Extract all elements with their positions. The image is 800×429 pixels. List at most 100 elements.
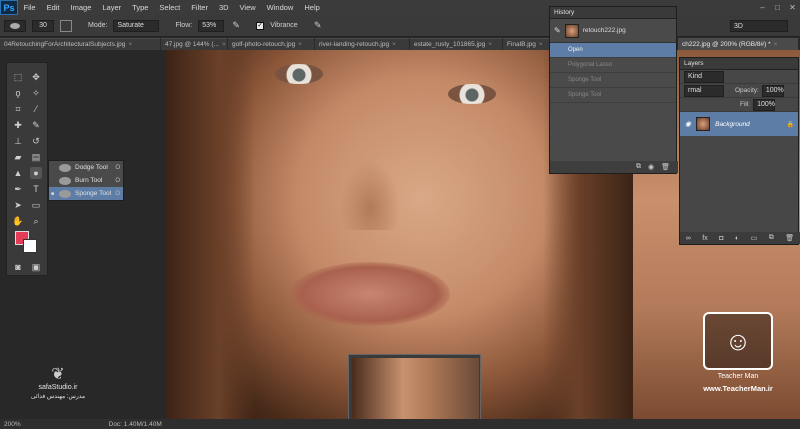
zoom-tool-icon[interactable]: ⌕ [30, 215, 42, 227]
photoshop-window: Ps File Edit Image Layer Type Select Fil… [0, 0, 800, 429]
brush-tool-icon[interactable]: ✎ [30, 119, 42, 131]
zoom-level[interactable]: 200% [4, 421, 21, 428]
history-item[interactable]: Polygonal Lasso [550, 58, 676, 73]
tab-close-icon[interactable]: × [298, 41, 302, 48]
tab-close-icon[interactable]: × [128, 41, 132, 48]
tab-document-5[interactable]: estate_rusty_101865.jpg × [410, 38, 502, 50]
shape-tool-icon[interactable]: ▭ [30, 199, 42, 211]
group-folder-icon[interactable]: ▭ [751, 234, 758, 242]
trash-icon[interactable]: 🗑 [661, 163, 670, 171]
maximize-button[interactable]: □ [770, 0, 785, 15]
history-item[interactable]: Sponge Tool [550, 88, 676, 103]
tool-preset-picker[interactable] [4, 19, 26, 32]
menu-file[interactable]: File [18, 0, 41, 15]
tab-document-1[interactable]: 04RetouchingForArchitecturalSubjects.jpg… [0, 38, 160, 50]
type-tool-icon[interactable]: T [30, 183, 42, 195]
screen-mode-icon[interactable]: ▣ [30, 261, 42, 273]
menu-3d[interactable]: 3D [213, 0, 234, 15]
brush-size-picker[interactable]: 30 [32, 19, 54, 32]
layer-style-icon[interactable]: fx [702, 235, 707, 242]
pen-tool-icon[interactable]: ✒ [12, 183, 24, 195]
dodge-tool-option[interactable]: Dodge Tool O [49, 161, 123, 174]
flow-input[interactable]: 53% [198, 19, 225, 32]
fill-input[interactable]: 100% [753, 98, 776, 111]
gradient-tool-icon[interactable]: ▤ [30, 151, 42, 163]
tab-document-3[interactable]: golf-photo-retouch.jpg × [228, 38, 314, 50]
history-title[interactable]: History [550, 7, 676, 19]
trash-icon[interactable]: 🗑 [785, 234, 794, 242]
tab-document-6[interactable]: FinalB.jpg × [503, 38, 549, 50]
shortcut-key: O [115, 164, 120, 171]
close-button[interactable]: ✕ [785, 0, 800, 15]
adjustment-layer-icon[interactable]: ◐ [735, 235, 739, 242]
marquee-tool-icon[interactable]: ⬚ [12, 71, 24, 83]
window-controls: – □ ✕ [755, 0, 800, 15]
blur-tool-icon[interactable]: ▲ [12, 167, 24, 179]
blend-mode-select[interactable]: rmal [684, 84, 724, 97]
eyedropper-tool-icon[interactable]: ⁄ [30, 103, 42, 115]
menu-window[interactable]: Window [261, 0, 299, 15]
brush-panel-icon[interactable] [60, 19, 72, 32]
tab-label: river-landing-retouch.jpg [319, 41, 390, 48]
path-select-icon[interactable]: ➤ [12, 199, 24, 211]
menu-edit[interactable]: Edit [41, 0, 65, 15]
new-document-from-state-icon[interactable]: ⧉ [636, 163, 641, 171]
move-tool-icon[interactable]: ✥ [30, 71, 42, 83]
mode-select[interactable]: Saturate [113, 19, 160, 32]
tab-close-icon[interactable]: × [392, 41, 396, 48]
menu-help[interactable]: Help [299, 0, 325, 15]
background-color-swatch[interactable] [23, 239, 37, 253]
tab-close-icon[interactable]: × [222, 41, 226, 48]
lasso-tool-icon[interactable]: ϙ [12, 87, 24, 99]
sponge-tool-option[interactable]: ■ Sponge Tool O [49, 187, 123, 200]
layer-background[interactable]: ◉ Background 🔒 [680, 112, 798, 136]
link-layers-icon[interactable]: ∞ [686, 235, 691, 242]
quick-select-tool-icon[interactable]: ✧ [30, 87, 42, 99]
visibility-eye-icon[interactable]: ◉ [685, 120, 691, 128]
menu-view[interactable]: View [234, 0, 261, 15]
photoshop-logo: Ps [0, 0, 18, 15]
sponge-tool-label: Sponge Tool [75, 190, 112, 197]
burn-tool-option[interactable]: Burn Tool O [49, 174, 123, 187]
menu-select[interactable]: Select [154, 0, 186, 15]
menu-filter[interactable]: Filter [186, 0, 214, 15]
tab-close-icon[interactable]: × [774, 41, 778, 48]
minimize-button[interactable]: – [755, 0, 770, 15]
quick-mask-icon[interactable]: ◙ [12, 261, 24, 273]
crop-tool-icon[interactable]: ⌗ [12, 103, 24, 115]
sponge-tool-icon[interactable]: ● [30, 167, 42, 179]
layer-name: Background [715, 120, 750, 128]
history-brush-icon[interactable]: ↺ [30, 135, 42, 147]
history-item[interactable]: Sponge Tool [550, 73, 676, 88]
opacity-label: Opacity: [735, 87, 759, 94]
new-layer-icon[interactable]: ⧉ [769, 234, 774, 242]
menu-type[interactable]: Type [127, 0, 154, 15]
layer-kind-select[interactable]: Kind [684, 70, 724, 83]
layers-title[interactable]: Layers [680, 58, 798, 70]
tab-document-2[interactable]: 47.jpg @ 144% (... × [161, 38, 227, 50]
tab-document-4[interactable]: river-landing-retouch.jpg × [315, 38, 409, 50]
hand-tool-icon[interactable]: ✋ [12, 215, 24, 227]
healing-brush-icon[interactable]: ✚ [12, 119, 24, 131]
layer-mask-icon[interactable]: ◘ [719, 235, 723, 242]
vibrance-checkbox[interactable]: ✓ [256, 21, 265, 30]
layers-panel: Layers Kind rmal Opacity: 100% Fill: 100… [679, 57, 800, 245]
menu-image[interactable]: Image [65, 0, 97, 15]
doc-size: Doc: 1.40M/1.40M [108, 420, 162, 428]
tab-document-active[interactable]: ch222.jpg @ 200% (RGB/8#) * × [678, 38, 798, 50]
history-item[interactable]: Open [550, 43, 676, 58]
opacity-input[interactable]: 100% [761, 84, 784, 97]
airbrush-icon[interactable]: ✎ [230, 20, 242, 32]
snapshot-camera-icon[interactable]: ◉ [648, 163, 654, 171]
clone-stamp-icon[interactable]: ⊥ [12, 135, 24, 147]
burn-tool-label: Burn Tool [75, 177, 103, 184]
eraser-tool-icon[interactable]: ▰ [12, 151, 24, 163]
brush-source-icon[interactable]: ✎ [554, 26, 561, 35]
menu-layer[interactable]: Layer [97, 0, 127, 15]
pressure-icon[interactable]: ✎ [312, 20, 324, 32]
tab-close-icon[interactable]: × [539, 41, 543, 48]
tab-close-icon[interactable]: × [488, 41, 492, 48]
snapshot-thumbnail [564, 23, 579, 38]
workspace-select[interactable]: 3D [730, 20, 788, 32]
history-snapshot[interactable]: ✎ retouch222.jpg [550, 19, 676, 43]
